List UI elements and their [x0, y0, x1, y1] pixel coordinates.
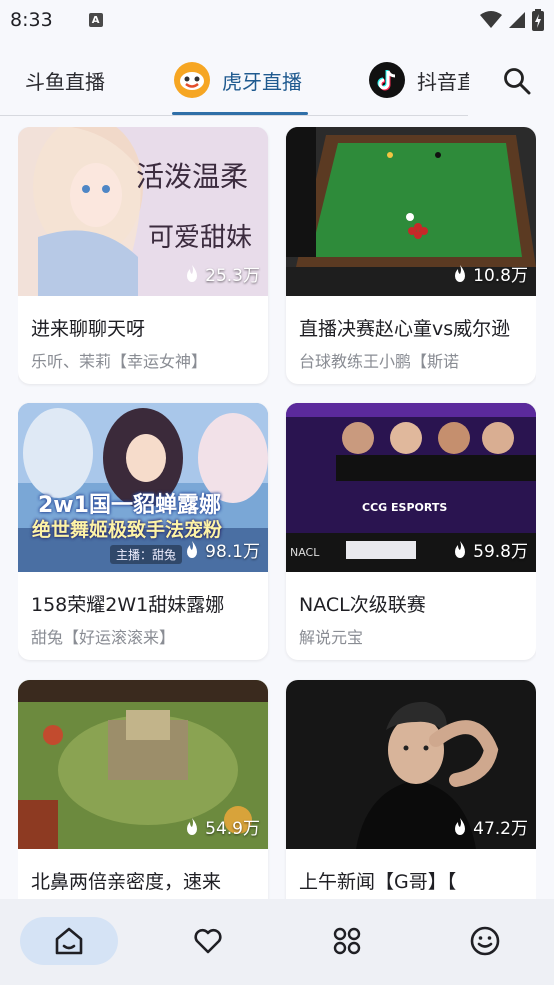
room-thumbnail: CCG ESPORTS NACL 59.8万 [286, 403, 536, 572]
room-card[interactable]: CCG ESPORTS NACL 59.8万 NACL次级联赛 解说元宝 [286, 403, 536, 660]
streamer-name: 台球教练王小鹏【斯诺 [299, 352, 460, 371]
room-grid: 活泼温柔 可爱甜妹 25.3万 进来聊聊天呀 乐听、茉莉【幸运女神】 10.8万… [18, 127, 536, 899]
tab-label: 斗鱼直播 [25, 69, 105, 94]
nav-profile[interactable] [436, 917, 534, 965]
status-right [480, 9, 544, 31]
flame-icon [187, 817, 198, 835]
room-thumbnail: 活泼温柔 可爱甜妹 25.3万 [18, 127, 268, 296]
viewer-count: 47.2万 [453, 814, 528, 839]
thumbnail-overlay-text: CCG ESPORTS [362, 501, 448, 514]
flame-icon [187, 540, 198, 558]
viewer-count: 98.1万 [185, 537, 260, 562]
tab-douyin[interactable]: 抖音直播 [369, 56, 469, 104]
cell-signal-icon [509, 12, 525, 28]
search-button[interactable] [500, 64, 534, 98]
viewer-count-value: 54.9万 [205, 819, 260, 839]
viewer-count-value: 10.8万 [473, 266, 528, 286]
tab-label: 虎牙直播 [222, 69, 302, 94]
viewer-count-value: 59.8万 [473, 542, 528, 562]
room-title: 进来聊聊天呀 [31, 318, 146, 340]
tabs-divider [0, 115, 468, 116]
room-card[interactable]: 54.9万 北鼻两倍亲密度，速来 [18, 680, 268, 899]
room-thumbnail: 10.8万 [286, 127, 536, 296]
room-thumbnail: 47.2万 [286, 680, 536, 849]
room-title: NACL次级联赛 [299, 594, 426, 616]
tab-label: 抖音直播 [417, 69, 469, 94]
room-title: 北鼻两倍亲密度，速来 [31, 871, 222, 893]
tab-douyu[interactable]: 斗鱼直播 [25, 56, 105, 104]
viewer-count-value: 98.1万 [205, 542, 260, 562]
streamer-name: 乐听、茉莉【幸运女神】 [31, 352, 208, 371]
thumbnail-overlay-text: 活泼温柔 [136, 160, 249, 193]
room-thumbnail: 2w1国一貂蝉露娜 绝世舞姬极致手法宠粉 主播：甜兔 98.1万 [18, 403, 268, 572]
room-card[interactable]: 47.2万 上午新闻【G哥】【 [286, 680, 536, 899]
streamer-tag: 主播：甜兔 [110, 545, 183, 564]
thumbnail-overlay-text: NACL [290, 546, 320, 559]
search-icon [504, 68, 531, 95]
room-title: 直播决赛赵心童vs威尔逊 [299, 318, 511, 340]
room-card[interactable]: 2w1国一貂蝉露娜 绝世舞姬极致手法宠粉 主播：甜兔 98.1万 158荣耀2W… [18, 403, 268, 660]
huya-logo-icon [174, 62, 210, 98]
viewer-count: 25.3万 [185, 261, 260, 286]
viewer-count-value: 47.2万 [473, 819, 528, 839]
room-card[interactable]: 10.8万 直播决赛赵心童vs威尔逊 台球教练王小鹏【斯诺 [286, 127, 536, 384]
status-bar: 8:33 A [0, 0, 554, 40]
category-grid-icon [333, 927, 361, 955]
wifi-icon [480, 11, 502, 28]
flame-icon [455, 264, 466, 282]
room-thumbnail: 54.9万 [18, 680, 268, 849]
bottom-navigation [0, 899, 554, 985]
smiley-face-icon [470, 926, 500, 956]
douyin-logo-icon [369, 62, 405, 98]
nav-categories[interactable] [298, 917, 396, 965]
notification-icon: A [88, 13, 103, 27]
room-title: 158荣耀2W1甜妹露娜 [31, 594, 225, 616]
battery-icon [532, 9, 544, 31]
home-icon [55, 927, 83, 955]
viewer-count-value: 25.3万 [205, 266, 260, 286]
tab-huya[interactable]: 虎牙直播 [174, 56, 302, 104]
flame-icon [455, 817, 466, 835]
streamer-name: 甜兔【好运滚滚来】 [31, 628, 176, 647]
viewer-count: 54.9万 [185, 814, 260, 839]
tab-selected-indicator [172, 112, 308, 115]
platform-tabs: 斗鱼直播 虎牙直播 抖音直播 [0, 56, 554, 116]
flame-icon [455, 540, 466, 558]
heart-icon [194, 928, 222, 954]
nav-favorites[interactable] [159, 917, 257, 965]
room-card[interactable]: 活泼温柔 可爱甜妹 25.3万 进来聊聊天呀 乐听、茉莉【幸运女神】 [18, 127, 268, 384]
streamer-name: 解说元宝 [299, 628, 364, 647]
viewer-count: 10.8万 [453, 261, 528, 286]
room-title: 上午新闻【G哥】【 [299, 871, 457, 893]
status-time: 8:33 [10, 9, 53, 31]
flame-icon [187, 264, 198, 282]
nav-home[interactable] [20, 917, 118, 965]
thumbnail-overlay-text: 可爱甜妹 [148, 223, 253, 253]
viewer-count: 59.8万 [453, 537, 528, 562]
